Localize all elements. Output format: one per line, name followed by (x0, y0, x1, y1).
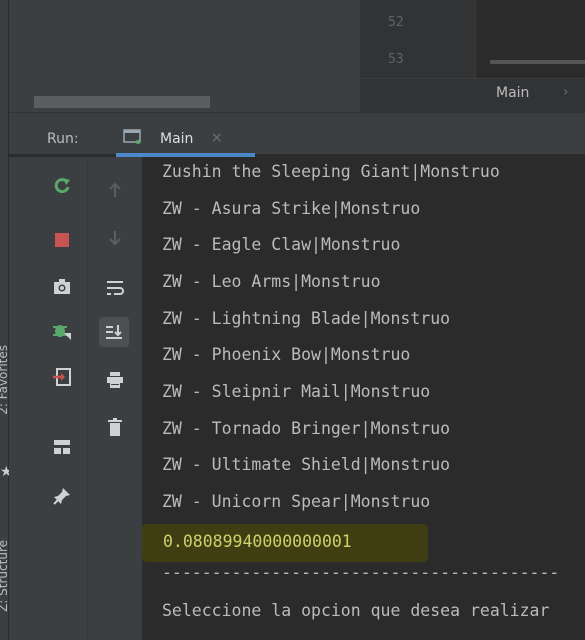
editor-area[interactable] (475, 0, 585, 78)
editor-gutter: 52 53 (360, 0, 475, 78)
tool-stripe-gap (9, 157, 37, 640)
console-line: ZW - Eagle Claw|Monstruo (162, 235, 401, 254)
print-icon[interactable] (103, 368, 127, 392)
console-line: ZW - Leo Arms|Monstruo (162, 272, 381, 291)
breadcrumb-bar (360, 78, 585, 113)
run-label: Run: (47, 131, 79, 147)
import-icon[interactable] (50, 365, 74, 389)
editor-scroll-thumb[interactable] (490, 60, 585, 64)
console-result-value: 0.08089940000000001 (163, 532, 352, 551)
console-prompt: Seleccione la opcion que desea realizar (162, 601, 550, 620)
trash-icon[interactable] (103, 415, 127, 439)
pin-icon[interactable] (50, 484, 74, 508)
close-tab-icon[interactable]: × (211, 130, 223, 146)
horizontal-scrollbar[interactable] (34, 96, 210, 108)
console-line: ZW - Ultimate Shield|Monstruo (162, 455, 451, 474)
down-arrow-icon[interactable] (103, 226, 127, 250)
run-toolbar-primary (37, 157, 87, 640)
breadcrumb[interactable]: Main (496, 85, 529, 101)
stop-icon[interactable] (50, 228, 74, 252)
up-arrow-icon[interactable] (103, 178, 127, 202)
console-line: ZW - Sleipnir Mail|Monstruo (162, 382, 431, 401)
console-line: ZW - Unicorn Spear|Monstruo (162, 492, 431, 511)
console-window-icon (123, 129, 141, 144)
run-toolbar-secondary (87, 157, 143, 640)
breadcrumb-separator-icon: › (563, 84, 569, 100)
console-line: Zushin the Sleeping Giant|Monstruo (162, 162, 500, 181)
run-tab-main[interactable]: Main (160, 131, 193, 147)
console-line: ZW - Lightning Blade|Monstruo (162, 309, 451, 328)
console-separator: ---------------------------------------- (162, 563, 560, 582)
layout-icon[interactable] (50, 435, 74, 459)
console-line: ZW - Tornado Bringer|Monstruo (162, 419, 451, 438)
console-output[interactable]: Zushin the Sleeping Giant|Monstruo ZW - … (142, 157, 585, 640)
scroll-to-end-icon[interactable] (99, 317, 129, 347)
line-number: 53 (388, 52, 404, 67)
run-tool-window-header (9, 112, 585, 154)
camera-icon[interactable] (50, 275, 74, 299)
soft-wrap-icon[interactable] (103, 276, 127, 300)
rerun-icon[interactable] (50, 174, 74, 198)
left-tool-stripe: 2: Favorites Z: Structure (0, 0, 10, 640)
console-line: ZW - Phoenix Bow|Monstruo (162, 345, 411, 364)
line-number: 52 (388, 15, 404, 30)
debug-attach-icon[interactable] (50, 319, 74, 343)
console-line: ZW - Asura Strike|Monstruo (162, 199, 421, 218)
